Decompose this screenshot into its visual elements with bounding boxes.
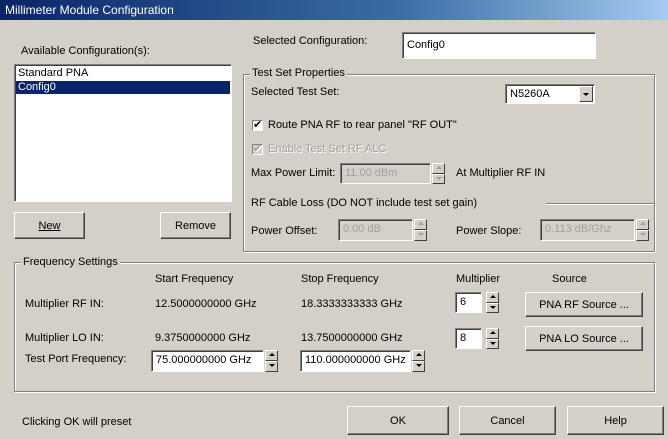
multiplier-lo-in-label: Multiplier LO IN: xyxy=(25,332,104,344)
test-port-start-field[interactable]: 75.000000000 GHz xyxy=(151,350,264,372)
rf-multiplier-spinner[interactable] xyxy=(485,292,499,313)
power-slope-label: Power Slope: xyxy=(456,225,522,237)
rf-multiplier-field[interactable]: 6 xyxy=(455,292,482,313)
available-configurations-label: Available Configuration(s): xyxy=(21,45,150,57)
power-slope-spinner xyxy=(635,219,649,241)
route-rf-checkbox[interactable]: ✔ xyxy=(252,119,263,131)
test-port-start-value: 75.000000000 GHz xyxy=(156,354,252,366)
lo-multiplier-spinner[interactable] xyxy=(485,328,499,349)
spin-up-icon xyxy=(636,219,649,230)
pna-lo-source-label: PNA LO Source ... xyxy=(539,332,629,345)
selected-configuration-label: Selected Configuration: xyxy=(253,35,368,47)
ok-button-label: OK xyxy=(390,414,406,427)
spin-down-icon[interactable] xyxy=(486,302,499,313)
configuration-list[interactable]: Standard PNA Config0 xyxy=(14,64,232,202)
selected-configuration-value: Config0 xyxy=(407,39,445,51)
test-port-stop-value: 110.000000000 GHz xyxy=(305,354,406,366)
power-slope-field: 0.113 dB/Ghz xyxy=(540,219,635,241)
cancel-button-label: Cancel xyxy=(490,414,525,427)
remove-button[interactable]: Remove xyxy=(160,212,231,239)
test-port-stop-spinner[interactable] xyxy=(411,350,425,372)
test-set-select[interactable]: N5260A xyxy=(505,84,595,104)
stop-frequency-header: Stop Frequency xyxy=(301,273,379,285)
power-offset-label: Power Offset: xyxy=(251,225,318,237)
rf-multiplier-value: 6 xyxy=(460,296,467,308)
lo-in-start-value: 9.3750000000 GHz xyxy=(155,332,251,344)
test-port-stop-field[interactable]: 110.000000000 GHz xyxy=(300,350,411,372)
power-offset-spinner xyxy=(413,219,427,241)
spin-up-icon[interactable] xyxy=(412,350,425,361)
spin-up-icon[interactable] xyxy=(486,292,499,303)
max-power-spinner xyxy=(431,163,445,184)
new-button[interactable]: New xyxy=(14,212,85,239)
spin-up-icon xyxy=(414,219,427,230)
lo-in-stop-value: 13.7500000000 GHz xyxy=(301,332,403,344)
pna-lo-source-button[interactable]: PNA LO Source ... xyxy=(525,326,643,351)
enable-alc-label: Enable Test Set RF ALC xyxy=(268,143,387,155)
list-item-config0[interactable]: Config0 xyxy=(16,81,230,94)
max-power-value: 11.00 dBm xyxy=(345,167,398,179)
spin-up-icon[interactable] xyxy=(486,328,499,339)
preset-note: Clicking OK will preset xyxy=(22,416,132,428)
selected-configuration-field[interactable]: Config0 xyxy=(402,32,596,59)
multiplier-rf-in-label: Multiplier RF IN: xyxy=(25,298,104,310)
source-header: Source xyxy=(552,273,587,285)
test-port-frequency-label: Test Port Frequency: xyxy=(25,353,127,365)
lo-multiplier-value: 8 xyxy=(460,332,467,344)
spin-down-icon xyxy=(432,173,445,184)
spin-down-icon[interactable] xyxy=(412,361,425,372)
spin-down-icon[interactable] xyxy=(265,361,278,372)
help-button[interactable]: Help xyxy=(567,406,664,435)
frequency-settings-title: Frequency Settings xyxy=(21,256,120,268)
selected-test-set-label: Selected Test Set: xyxy=(251,86,340,98)
cancel-button[interactable]: Cancel xyxy=(459,406,556,435)
lo-multiplier-field[interactable]: 8 xyxy=(455,328,482,349)
start-frequency-header: Start Frequency xyxy=(155,273,234,285)
new-button-label: New xyxy=(38,219,61,232)
checkmark-icon: ✔ xyxy=(253,143,263,155)
test-port-start-spinner[interactable] xyxy=(264,350,278,372)
cable-loss-divider xyxy=(546,203,654,205)
cable-loss-title: RF Cable Loss (DO NOT include test set g… xyxy=(251,197,477,209)
power-slope-value: 0.113 dB/Ghz xyxy=(545,223,612,235)
title-bar: Millimeter Module Configuration xyxy=(0,0,668,20)
rf-in-stop-value: 18.3333333333 GHz xyxy=(301,298,403,310)
ok-button[interactable]: OK xyxy=(347,406,449,435)
help-button-label: Help xyxy=(604,414,627,427)
power-offset-value: 0.00 dB xyxy=(343,223,381,235)
max-power-field: 11.00 dBm xyxy=(340,163,431,184)
spin-up-icon[interactable] xyxy=(265,350,278,361)
chevron-down-icon[interactable] xyxy=(579,86,593,102)
spin-up-icon xyxy=(432,163,445,174)
test-set-select-value: N5260A xyxy=(510,88,550,100)
remove-button-label: Remove xyxy=(175,219,216,232)
spin-down-icon xyxy=(414,230,427,241)
checkmark-icon: ✔ xyxy=(253,119,263,131)
at-multiplier-label: At Multiplier RF IN xyxy=(456,167,546,179)
pna-rf-source-button[interactable]: PNA RF Source ... xyxy=(525,292,643,317)
route-rf-label: Route PNA RF to rear panel "RF OUT" xyxy=(268,119,457,131)
enable-alc-checkbox: ✔ xyxy=(252,143,263,155)
spin-down-icon[interactable] xyxy=(486,338,499,349)
rf-in-start-value: 12.5000000000 GHz xyxy=(155,298,257,310)
list-item-standard-pna[interactable]: Standard PNA xyxy=(16,67,230,80)
spin-down-icon xyxy=(636,230,649,241)
multiplier-header: Multiplier xyxy=(456,273,501,285)
pna-rf-source-label: PNA RF Source ... xyxy=(539,298,629,311)
max-power-label: Max Power Limit: xyxy=(251,167,336,179)
test-set-properties-title: Test Set Properties xyxy=(250,67,347,79)
power-offset-field: 0.00 dB xyxy=(338,219,413,241)
window-title: Millimeter Module Configuration xyxy=(5,3,174,17)
